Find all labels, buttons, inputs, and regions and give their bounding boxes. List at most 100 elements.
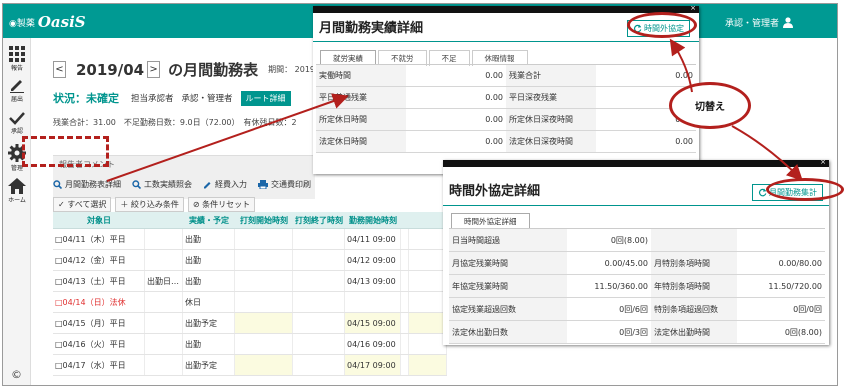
table-row[interactable]: □04/12（金）平日 出勤 04/12 09:00 bbox=[53, 250, 447, 271]
table-cell-work-start: 04/16 09:00 bbox=[345, 334, 401, 354]
pencil-icon bbox=[204, 182, 211, 189]
month-header: < 2019/04 > の月間勤務表 期間： 2019/04 bbox=[53, 59, 328, 80]
route-detail-button[interactable]: ルート詳細 bbox=[240, 90, 291, 106]
callout-label: 切替え bbox=[695, 102, 725, 113]
detail-row: 協定残業超過回数 0回/6回 特別条項超過回数 0回/0回 bbox=[449, 298, 825, 321]
table-body: □04/11（木）平日 出勤 04/11 09:00 □04/12（金）平日 出勤 04/… bbox=[53, 229, 447, 376]
toolbar: 月間勤務表詳細 工数実績照会 経費入力 交通費印刷 bbox=[53, 179, 322, 190]
table-cell-stamp-end bbox=[293, 313, 345, 333]
app-logo[interactable]: OasiS bbox=[38, 13, 86, 31]
detail-row: 日当時間超過 0回(8.00) bbox=[449, 229, 825, 252]
table-cell-stamp-start bbox=[235, 250, 293, 270]
detail-label: 法定休出勤日数 bbox=[449, 321, 567, 343]
panel-title: 時間外協定詳細 bbox=[449, 184, 541, 199]
table-header: 対象日 実績・予定 打刻開始時刻 打刻終了時刻 勤務開始時刻 bbox=[53, 212, 447, 229]
check-icon bbox=[9, 112, 25, 125]
table-row[interactable]: □04/15（月）平日 出勤予定 04/15 09:00 bbox=[53, 313, 447, 334]
table-cell-date[interactable]: □04/16（火）平日 bbox=[53, 334, 145, 354]
column-header[interactable]: 実績・予定 bbox=[183, 212, 235, 228]
table-cell-note bbox=[145, 334, 183, 354]
detail-label: 所定休日深夜時間 bbox=[506, 109, 596, 130]
top-user-name: 承認・管理者 bbox=[724, 19, 779, 29]
detail-row: 年協定残業時間 11.50/360.00 年特別条項時間 11.50/720.00 bbox=[449, 275, 825, 298]
table-cell-stamp-start bbox=[235, 313, 293, 333]
highlight-box bbox=[22, 136, 109, 167]
table-cell-stamp-start bbox=[235, 355, 293, 375]
detail-row: 実働時間 0.00 残業合計 0.00 bbox=[316, 65, 696, 87]
divider bbox=[313, 41, 699, 42]
column-header[interactable]: 勤務開始時刻 bbox=[345, 212, 401, 228]
reset-filter-button[interactable]: ⊘ 条件リセット bbox=[187, 197, 256, 212]
table-row[interactable]: □04/16（火）平日 出勤 04/16 09:00 bbox=[53, 334, 447, 355]
table-cell-work-start: 04/17 09:00 bbox=[345, 355, 401, 375]
table-cell-date[interactable]: □04/14（日）法休 bbox=[53, 292, 145, 312]
table-row[interactable]: □04/14（日）法休 休日 bbox=[53, 292, 447, 313]
detail-label: 特別条項超過回数 bbox=[651, 298, 737, 320]
table-cell-extra bbox=[409, 271, 447, 291]
sidebar-item-approve[interactable]: 承認 bbox=[3, 111, 31, 135]
column-header bbox=[145, 212, 183, 228]
detail-value: 0回(8.00) bbox=[784, 327, 822, 337]
pencil-icon bbox=[10, 80, 24, 93]
table-cell-extra bbox=[409, 229, 447, 249]
select-all-button[interactable]: ✓ すべて選択 bbox=[53, 197, 112, 212]
brand: ◉製薬 OasiS bbox=[9, 13, 86, 31]
table-cell-date[interactable]: □04/15（月）平日 bbox=[53, 313, 145, 333]
detail-label: 月協定残業時間 bbox=[449, 252, 567, 274]
detail-label: 法定休日時間 bbox=[316, 131, 406, 152]
prev-month-button[interactable]: < bbox=[53, 61, 66, 78]
copyright-icon: © bbox=[11, 368, 22, 381]
table-cell-note bbox=[145, 313, 183, 333]
table-cell-note bbox=[145, 292, 183, 312]
next-month-button[interactable]: > bbox=[147, 61, 161, 78]
table-cell-stamp-start bbox=[235, 271, 293, 291]
sidebar-item-label: 承認 bbox=[10, 128, 23, 135]
sidebar-item-home[interactable]: ホーム bbox=[3, 178, 31, 204]
table-row[interactable]: □04/17（水）平日 出勤予定 04/17 09:00 bbox=[53, 355, 447, 376]
detail-row: 法定休日時間 0.00 法定休日深夜時間 0.00 bbox=[316, 131, 696, 153]
detail-row: 月協定残業時間 0.00/45.00 月特別条項時間 0.00/80.00 bbox=[449, 252, 825, 275]
detail-value: 0.00/45.00 bbox=[604, 258, 648, 268]
expense-label: 経費入力 bbox=[215, 180, 247, 189]
month-label: 2019/04 bbox=[76, 60, 145, 79]
detail-label: 日当時間超過 bbox=[449, 229, 567, 251]
narrow-filter-button[interactable]: ＋ 絞り込み条件 bbox=[115, 197, 184, 212]
detail-label: 実働時間 bbox=[316, 65, 406, 86]
table-cell-stamp-end bbox=[293, 229, 345, 249]
printer-icon bbox=[258, 180, 268, 189]
table-cell-extra bbox=[409, 292, 447, 312]
close-icon[interactable]: × bbox=[690, 6, 696, 12]
sidebar-item-request[interactable]: 届出 bbox=[3, 77, 31, 103]
workcount-button[interactable]: 工数実績照会 bbox=[132, 179, 192, 190]
table-row[interactable]: □04/11（木）平日 出勤 04/11 09:00 bbox=[53, 229, 447, 250]
column-header[interactable]: 打刻終了時刻 bbox=[293, 212, 345, 228]
monthly-detail-label: 月間勤務表詳細 bbox=[65, 180, 121, 189]
home-icon bbox=[8, 178, 26, 194]
sidebar-item-report[interactable]: 報告 bbox=[3, 46, 31, 72]
table-cell-type: 出勤 bbox=[183, 229, 235, 249]
table-cell-date[interactable]: □04/12（金）平日 bbox=[53, 250, 145, 270]
table-cell-extra bbox=[401, 229, 409, 249]
table-cell-type: 休日 bbox=[183, 292, 235, 312]
table-cell-work-start: 04/11 09:00 bbox=[345, 229, 401, 249]
table-cell-date[interactable]: □04/11（木）平日 bbox=[53, 229, 145, 249]
column-header[interactable]: 打刻開始時刻 bbox=[235, 212, 293, 228]
expense-button[interactable]: 経費入力 bbox=[203, 179, 247, 190]
column-header[interactable]: 対象日 bbox=[53, 212, 145, 228]
monthly-detail-button[interactable]: 月間勤務表詳細 bbox=[53, 179, 121, 190]
table-cell-extra bbox=[401, 313, 409, 333]
sidebar: 報告 届出 承認 管理 ホーム © bbox=[3, 38, 31, 385]
highlight-oval-overtime bbox=[627, 12, 697, 38]
tab-overtime-detail[interactable]: 時間外協定詳細 bbox=[451, 213, 530, 229]
table-cell-date[interactable]: □04/17（水）平日 bbox=[53, 355, 145, 375]
attendance-table: 対象日 実績・予定 打刻開始時刻 打刻終了時刻 勤務開始時刻 □04/11（木）… bbox=[53, 212, 447, 376]
top-user[interactable]: 承認・管理者 bbox=[725, 16, 793, 29]
transport-print-button[interactable]: 交通費印刷 bbox=[258, 179, 311, 190]
sidebar-item-label: ホーム bbox=[8, 197, 26, 204]
table-row[interactable]: □04/13（土）平日 出勤日… 出勤 04/13 09:00 bbox=[53, 271, 447, 292]
detail-label bbox=[651, 229, 737, 251]
close-icon[interactable]: × bbox=[820, 160, 826, 166]
detail-value: 0.00 bbox=[485, 71, 503, 80]
table-cell-date[interactable]: □04/13（土）平日 bbox=[53, 271, 145, 291]
detail-value: 0回/6回 bbox=[619, 304, 648, 314]
